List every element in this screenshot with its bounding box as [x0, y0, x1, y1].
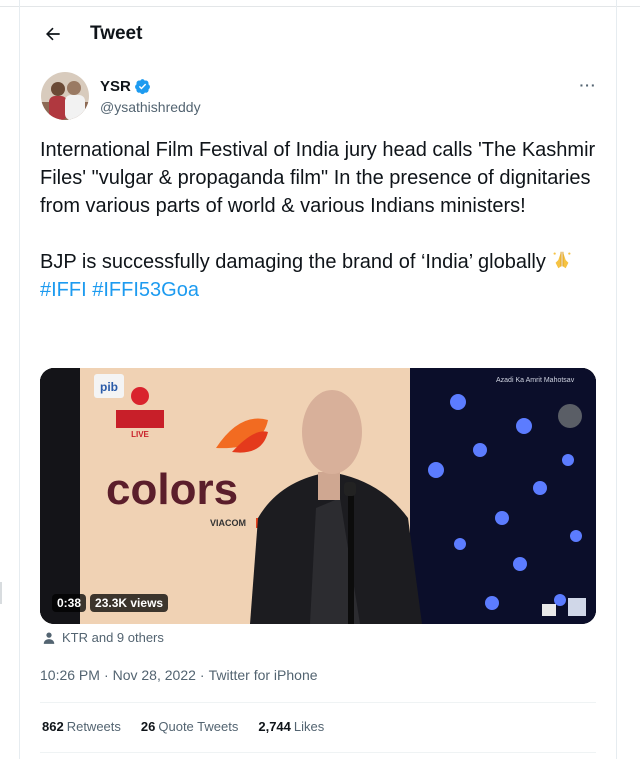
quote-tweets-count: 26	[140, 719, 156, 734]
liked-by[interactable]: KTR and 9 others	[42, 630, 164, 645]
tweet-source[interactable]: Twitter for iPhone	[209, 667, 318, 683]
retweets-label: Retweets	[66, 719, 121, 734]
more-dots-icon: ···	[579, 77, 597, 93]
tweet-author: YSR @ysathishreddy	[41, 72, 201, 120]
quote-tweets-label: Quote Tweets	[158, 719, 239, 734]
hashtag-iffi[interactable]: #IFFI	[40, 279, 87, 301]
page-header: Tweet	[20, 14, 616, 54]
tweet-text: International Film Festival of India jur…	[40, 136, 596, 304]
divider	[40, 752, 596, 753]
verified-badge-icon	[134, 78, 150, 94]
engagement-stats: 862 Retweets 26 Quote Tweets 2,744 Likes	[42, 719, 344, 734]
pib-logo: pib	[100, 380, 118, 394]
tweet-paragraph-1: International Film Festival of India jur…	[40, 139, 596, 217]
hashtag-iffi53goa[interactable]: #IFFI53Goa	[92, 279, 199, 301]
quote-tweets-stat[interactable]: 26 Quote Tweets	[141, 719, 238, 734]
likes-count: 2,744	[258, 719, 291, 734]
tweet-metadata: 10:26 PM · Nov 28, 2022 · Twitter for iPhone	[40, 667, 318, 683]
video-views: 23.3K views	[90, 594, 169, 612]
video-frame: pib LIVE colors VIACOM Azadi Ka Amrit Ma…	[40, 368, 596, 624]
tweet-date[interactable]: Nov 28, 2022	[113, 667, 196, 683]
divider	[40, 702, 596, 703]
retweets-count: 862	[42, 719, 64, 734]
scroll-edge	[0, 582, 2, 604]
retweets-stat[interactable]: 862 Retweets	[42, 719, 121, 734]
viacom-logo: VIACOM	[210, 518, 246, 528]
user-handle[interactable]: @ysathishreddy	[100, 98, 201, 116]
video-badges: 0:38 23.3K views	[52, 594, 169, 612]
colors-logo: colors	[106, 465, 238, 514]
video-duration: 0:38	[52, 594, 87, 612]
azadi-logo: Azadi Ka Amrit Mahotsav	[496, 377, 575, 384]
display-name[interactable]: YSR	[100, 77, 131, 96]
live-label: LIVE	[131, 430, 149, 439]
video-player[interactable]: pib LIVE colors VIACOM Azadi Ka Amrit Ma…	[40, 368, 596, 624]
avatar[interactable]	[41, 72, 89, 120]
likes-stat[interactable]: 2,744 Likes	[258, 719, 324, 734]
folded-hands-emoji	[553, 251, 571, 269]
likes-label: Likes	[293, 719, 325, 734]
tweet-paragraph-2: BJP is successfully damaging the brand o…	[40, 251, 546, 273]
person-icon	[43, 631, 55, 644]
more-button[interactable]: ···	[576, 76, 600, 94]
tweet-time[interactable]: 10:26 PM	[40, 667, 100, 683]
back-button[interactable]	[36, 17, 70, 51]
liked-by-text: KTR and 9 others	[62, 630, 164, 645]
arrow-left-icon	[46, 27, 60, 41]
page-title: Tweet	[90, 23, 143, 44]
